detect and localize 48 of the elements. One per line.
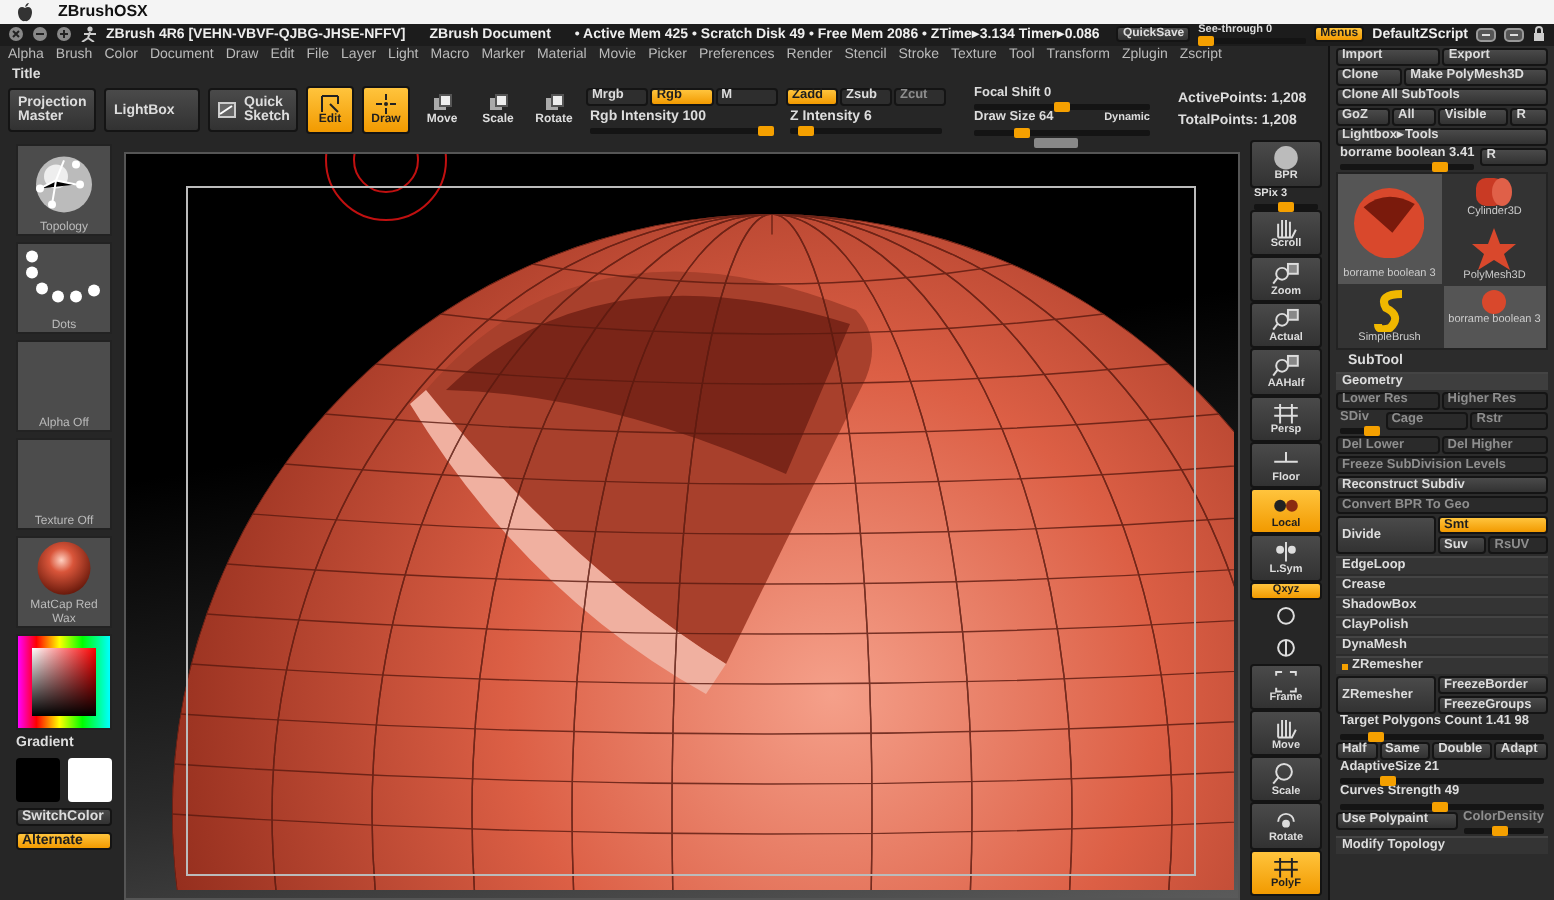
frame-icon bbox=[1272, 667, 1300, 695]
slider-track[interactable] bbox=[1254, 203, 1318, 210]
slider-thumb[interactable] bbox=[758, 126, 774, 137]
slider-thumb[interactable] bbox=[1054, 102, 1070, 113]
scroll-thumb[interactable] bbox=[1034, 138, 1078, 149]
grid-icon bbox=[320, 94, 340, 115]
slider-thumb[interactable] bbox=[1432, 162, 1449, 173]
star-drawing bbox=[1470, 227, 1519, 270]
slider-thumb[interactable] bbox=[1278, 201, 1294, 212]
brush-drawing bbox=[1373, 290, 1406, 333]
sphere-drawing bbox=[1354, 188, 1425, 259]
slider-thumb[interactable] bbox=[1379, 776, 1396, 787]
logo-icon bbox=[16, 1, 34, 22]
slider-track[interactable] bbox=[974, 129, 1150, 136]
crosshair-icon bbox=[376, 94, 396, 115]
grid-icon bbox=[1272, 399, 1300, 427]
slider-thumb[interactable] bbox=[798, 126, 815, 137]
mirror-icon bbox=[1272, 538, 1300, 567]
figure-icon bbox=[80, 26, 98, 43]
color-swatch[interactable] bbox=[68, 757, 112, 802]
rotate-icon bbox=[1272, 602, 1300, 630]
color-swatch[interactable] bbox=[16, 757, 60, 802]
sphere-drawing bbox=[1482, 290, 1507, 315]
color-picker[interactable] bbox=[16, 634, 112, 731]
slider-thumb[interactable] bbox=[1432, 801, 1449, 812]
slider-track[interactable] bbox=[1340, 164, 1475, 171]
lock-icon bbox=[1532, 26, 1546, 43]
sketch-icon bbox=[218, 102, 236, 119]
cube-icon bbox=[544, 94, 564, 115]
zoom-button[interactable] bbox=[56, 26, 72, 43]
magnifier-icon bbox=[1272, 259, 1300, 288]
magnifier-icon bbox=[1272, 352, 1300, 381]
grid-icon bbox=[1272, 853, 1300, 881]
layout-icon bbox=[1476, 27, 1496, 42]
slider-thumb[interactable] bbox=[1014, 127, 1030, 138]
slider-thumb[interactable] bbox=[1368, 731, 1385, 742]
cube-icon bbox=[488, 94, 508, 115]
slider-thumb[interactable] bbox=[1198, 35, 1215, 46]
slider-track[interactable] bbox=[1340, 428, 1380, 435]
cylinder-drawing bbox=[1476, 178, 1513, 207]
cube-icon bbox=[432, 94, 452, 115]
magnifier-icon bbox=[1272, 306, 1300, 334]
close-button[interactable] bbox=[8, 26, 24, 43]
layout-icon bbox=[1504, 27, 1524, 42]
rotate-icon bbox=[1272, 633, 1300, 662]
sphere-icon bbox=[1272, 144, 1300, 173]
app-name: ZBrushOSX bbox=[58, 3, 148, 21]
minimize-button[interactable] bbox=[32, 26, 48, 43]
